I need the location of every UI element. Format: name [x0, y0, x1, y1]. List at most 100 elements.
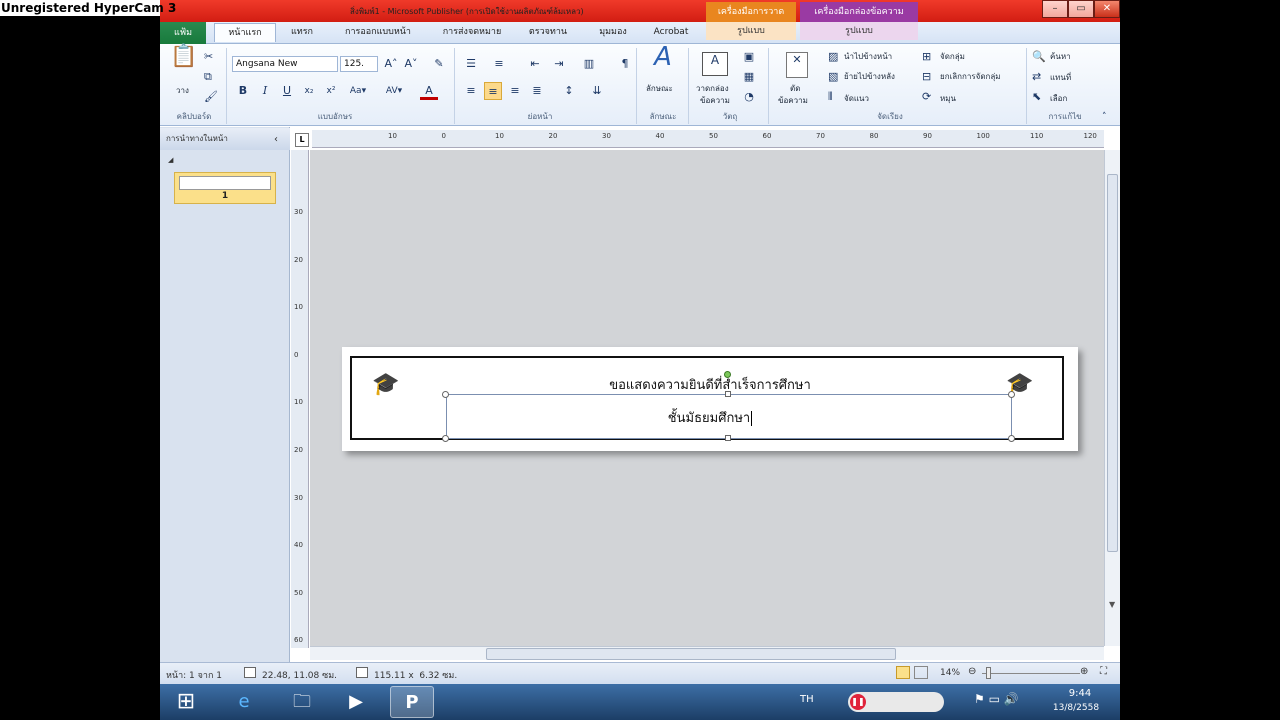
shrink-font-icon[interactable]: A˅	[402, 55, 420, 73]
resize-handle-b[interactable]	[725, 435, 731, 441]
pause-record-icon[interactable]: ❚❚	[850, 694, 866, 710]
shapes-icon[interactable]: ◔	[740, 88, 758, 106]
clock-time[interactable]: 9:44	[1060, 688, 1100, 699]
tab-insert[interactable]: แทรก	[280, 23, 324, 42]
ungroup-button[interactable]: ยกเลิกการจัดกลุ่ม	[940, 72, 1001, 82]
styles-button[interactable]: ลักษณะ	[646, 84, 673, 94]
wrap-text-line2[interactable]: ข้อความ	[778, 96, 808, 106]
bullets-icon[interactable]: ☰	[462, 55, 480, 73]
increase-indent-icon[interactable]: ⇥	[550, 55, 568, 73]
font-name-field[interactable]: Angsana New	[232, 56, 338, 72]
align-objects-button[interactable]: จัดแนว	[844, 94, 869, 104]
columns-icon[interactable]: ▥	[580, 55, 598, 73]
zoom-slider[interactable]	[982, 673, 1080, 674]
superscript-icon[interactable]: x²	[322, 82, 340, 100]
draw-textbox-icon[interactable]: A	[702, 52, 728, 76]
draw-textbox-line2[interactable]: ข้อความ	[700, 96, 730, 106]
ruler-tab-selector[interactable]: L	[295, 133, 309, 147]
font-color-icon[interactable]: A	[420, 82, 438, 100]
show-formatting-icon[interactable]: ¶	[616, 55, 634, 73]
resize-handle-tl[interactable]	[442, 391, 449, 398]
tab-view[interactable]: มุมมอง	[588, 23, 638, 42]
find-button[interactable]: ค้นหา	[1050, 52, 1071, 62]
picture-icon[interactable]: ▣	[740, 48, 758, 66]
publication-page[interactable]: 🎓 🎓 ขอแสดงความยินดีที่สำเร็จการศึกษา ชั้…	[342, 347, 1078, 451]
paste-button[interactable]: วาง	[176, 86, 189, 96]
table-icon[interactable]: ▦	[740, 68, 758, 86]
internet-explorer-icon[interactable]: e	[222, 686, 266, 718]
single-page-view-icon[interactable]	[896, 666, 910, 679]
zoom-out-icon[interactable]: ⊖	[968, 666, 976, 677]
line-spacing-icon[interactable]: ↕	[560, 82, 578, 100]
maximize-button[interactable]: ▭	[1068, 0, 1094, 18]
fit-page-icon[interactable]: ⛶	[1100, 666, 1107, 677]
align-left-icon[interactable]: ≡	[462, 82, 480, 100]
italic-icon[interactable]: I	[256, 82, 274, 100]
zoom-in-icon[interactable]: ⊕	[1080, 666, 1088, 677]
resize-handle-bl[interactable]	[442, 435, 449, 442]
page-thumbnail[interactable]: 1	[174, 172, 276, 204]
tab-acrobat[interactable]: Acrobat	[648, 23, 694, 42]
tab-review[interactable]: ตรวจทาน	[520, 23, 576, 42]
horizontal-scroll-thumb[interactable]	[486, 648, 896, 660]
grow-font-icon[interactable]: A˄	[382, 55, 400, 73]
expand-triangle-icon[interactable]: ◢	[168, 156, 173, 164]
minimize-button[interactable]: –	[1042, 0, 1068, 18]
page-indicator[interactable]: หน้า: 1 จาก 1	[166, 668, 222, 682]
wrap-text-line1[interactable]: ตัด	[790, 84, 800, 94]
tab-format-textbox[interactable]: รูปแบบ	[800, 22, 918, 40]
two-page-view-icon[interactable]	[914, 666, 928, 679]
tab-home[interactable]: หน้าแรก	[214, 23, 276, 42]
heading-text[interactable]: ขอแสดงความยินดีที่สำเร็จการศึกษา	[342, 374, 1078, 395]
copy-icon[interactable]: ⧉	[204, 70, 212, 84]
align-center-icon[interactable]: ≡	[484, 82, 502, 100]
rotate-button[interactable]: หมุน	[940, 94, 956, 104]
vertical-scrollbar[interactable]: ▼	[1104, 150, 1120, 646]
collapse-pane-icon[interactable]: ‹	[274, 134, 278, 145]
bold-icon[interactable]: B	[234, 82, 252, 100]
zoom-level[interactable]: 14%	[940, 668, 960, 678]
tab-format-drawing[interactable]: รูปแบบ	[706, 22, 796, 40]
resize-handle-t[interactable]	[725, 391, 731, 397]
character-spacing-icon[interactable]: AV▾	[382, 82, 406, 100]
send-backward-button[interactable]: ย้ายไปข้างหลัง	[844, 72, 895, 82]
clock-date[interactable]: 13/8/2558	[1048, 703, 1104, 713]
publisher-taskbar-icon[interactable]: P	[390, 686, 434, 718]
input-language[interactable]: TH	[800, 694, 814, 705]
media-player-icon[interactable]: ▶	[334, 686, 378, 718]
tray-icons[interactable]: ⚑ ▭ 🔊	[974, 692, 1019, 706]
change-case-icon[interactable]: Aa▾	[346, 82, 370, 100]
paste-icon[interactable]: 📋	[170, 46, 197, 80]
paragraph-spacing-icon[interactable]: ⇊	[588, 82, 606, 100]
font-size-field[interactable]: 125.	[340, 56, 378, 72]
tab-mailings[interactable]: การส่งจดหมาย	[432, 23, 512, 42]
bring-forward-button[interactable]: นำไปข้างหน้า	[844, 52, 892, 62]
resize-handle-br[interactable]	[1008, 435, 1015, 442]
draw-textbox-line1[interactable]: วาดกล่อง	[696, 84, 729, 94]
styles-icon[interactable]: A	[648, 44, 678, 80]
numbering-icon[interactable]: ≡	[490, 55, 508, 73]
decrease-indent-icon[interactable]: ⇤	[526, 55, 544, 73]
group-button[interactable]: จัดกลุ่ม	[940, 52, 965, 62]
tab-page-design[interactable]: การออกแบบหน้า	[336, 23, 420, 42]
file-explorer-icon[interactable]: 🗀	[280, 686, 324, 718]
clear-format-icon[interactable]: ✎	[430, 55, 448, 73]
recorder-control[interactable]: ❚❚	[848, 692, 944, 712]
tab-file[interactable]: แฟ้ม	[160, 22, 206, 44]
horizontal-scrollbar[interactable]	[310, 646, 1104, 660]
start-icon[interactable]: ⊞	[164, 686, 208, 718]
select-button[interactable]: เลือก	[1050, 94, 1067, 104]
scroll-down-icon[interactable]: ▼	[1109, 600, 1115, 609]
vertical-scroll-thumb[interactable]	[1107, 174, 1118, 552]
close-button[interactable]: ✕	[1094, 0, 1120, 18]
align-right-icon[interactable]: ≡	[506, 82, 524, 100]
rotate-handle[interactable]	[724, 371, 731, 378]
zoom-slider-thumb[interactable]	[986, 667, 991, 679]
replace-button[interactable]: แทนที่	[1050, 73, 1071, 83]
underline-icon[interactable]: U	[278, 82, 296, 100]
wrap-text-icon[interactable]: ✕	[786, 52, 808, 78]
resize-handle-tr[interactable]	[1008, 391, 1015, 398]
cut-icon[interactable]: ✂	[204, 50, 213, 64]
collapse-ribbon-icon[interactable]: ˄	[1102, 110, 1107, 124]
justify-icon[interactable]: ≣	[528, 82, 546, 100]
